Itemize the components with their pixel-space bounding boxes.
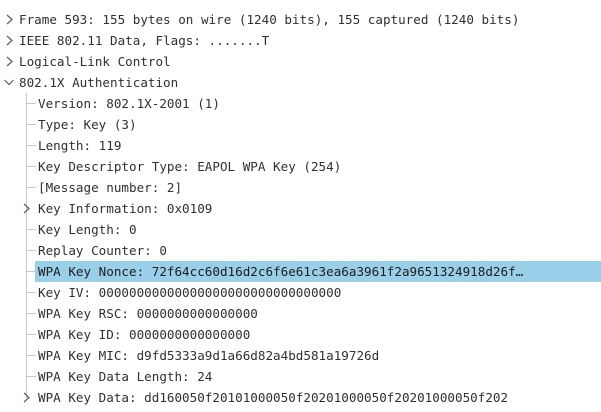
tree-item-replay-counter[interactable]: Replay Counter: 0 bbox=[0, 240, 601, 261]
tree-item-key-length[interactable]: Key Length: 0 bbox=[0, 219, 601, 240]
tree-item-label: Key Information: 0x0109 bbox=[38, 201, 213, 216]
tree-branch bbox=[27, 166, 36, 167]
tree-branch bbox=[27, 376, 36, 377]
tree-branch bbox=[27, 355, 36, 356]
tree-item-label: Replay Counter: 0 bbox=[38, 243, 167, 258]
chevron-right-icon[interactable] bbox=[2, 9, 16, 30]
tree-item-llc[interactable]: Logical-Link Control bbox=[0, 51, 601, 72]
tree-item-type[interactable]: Type: Key (3) bbox=[0, 114, 601, 135]
chevron-down-icon[interactable] bbox=[2, 72, 16, 93]
tree-item-label: [Message number: 2] bbox=[38, 180, 183, 195]
packet-details-tree[interactable]: Frame 593: 155 bytes on wire (1240 bits)… bbox=[0, 0, 601, 412]
tree-item-label: WPA Key Nonce: 72f64cc60d16d2c6f6e61c3ea… bbox=[38, 264, 524, 279]
tree-item-length[interactable]: Length: 119 bbox=[0, 135, 601, 156]
tree-item-label: Version: 802.1X-2001 (1) bbox=[38, 96, 220, 111]
tree-item-label: WPA Key RSC: 0000000000000000 bbox=[38, 306, 258, 321]
tree-item-label: Length: 119 bbox=[38, 138, 122, 153]
tree-item-message-number[interactable]: [Message number: 2] bbox=[0, 177, 601, 198]
tree-item-label: 802.1X Authentication bbox=[19, 75, 179, 90]
tree-branch bbox=[27, 187, 36, 188]
tree-item-label: Key Length: 0 bbox=[38, 222, 137, 237]
tree-branch bbox=[27, 292, 36, 293]
tree-item-wpa-key-id[interactable]: WPA Key ID: 0000000000000000 bbox=[0, 324, 601, 345]
tree-item-wpa-key-mic[interactable]: WPA Key MIC: d9fd5333a9d1a66d82a4bd581a1… bbox=[0, 345, 601, 366]
chevron-right-icon[interactable] bbox=[20, 387, 34, 408]
tree-item-wpa-key-rsc[interactable]: WPA Key RSC: 0000000000000000 bbox=[0, 303, 601, 324]
tree-item-key-information[interactable]: Key Information: 0x0109 bbox=[0, 198, 601, 219]
tree-item-key-descriptor-type[interactable]: Key Descriptor Type: EAPOL WPA Key (254) bbox=[0, 156, 601, 177]
tree-branch bbox=[27, 229, 36, 230]
tree-item-label: Type: Key (3) bbox=[38, 117, 137, 132]
tree-item-8021x[interactable]: 802.1X Authentication bbox=[0, 72, 601, 93]
tree-item-label: WPA Key MIC: d9fd5333a9d1a66d82a4bd581a1… bbox=[38, 348, 380, 363]
chevron-right-icon[interactable] bbox=[2, 51, 16, 72]
tree-branch bbox=[27, 313, 36, 314]
tree-item-label: WPA Key ID: 0000000000000000 bbox=[38, 327, 251, 342]
tree-item-label: WPA Key Data Length: 24 bbox=[38, 369, 213, 384]
tree-item-ieee80211[interactable]: IEEE 802.11 Data, Flags: .......T bbox=[0, 30, 601, 51]
tree-branch bbox=[27, 271, 36, 272]
tree-item-label: Logical-Link Control bbox=[19, 54, 171, 69]
chevron-right-icon[interactable] bbox=[2, 30, 16, 51]
tree-branch bbox=[27, 124, 36, 125]
tree-item-wpa-key-data-length[interactable]: WPA Key Data Length: 24 bbox=[0, 366, 601, 387]
tree-item-frame[interactable]: Frame 593: 155 bytes on wire (1240 bits)… bbox=[0, 9, 601, 30]
tree-item-label: WPA Key Data: dd160050f20101000050f20201… bbox=[38, 390, 509, 405]
tree-item-wpa-key-nonce[interactable]: WPA Key Nonce: 72f64cc60d16d2c6f6e61c3ea… bbox=[0, 261, 601, 282]
tree-branch bbox=[27, 250, 36, 251]
tree-branch bbox=[27, 103, 36, 104]
tree-branch bbox=[27, 145, 36, 146]
tree-item-label: IEEE 802.11 Data, Flags: .......T bbox=[19, 33, 270, 48]
tree-item-label: Key IV: 00000000000000000000000000000000 bbox=[38, 285, 342, 300]
chevron-right-icon[interactable] bbox=[20, 198, 34, 219]
tree-item-key-iv[interactable]: Key IV: 00000000000000000000000000000000 bbox=[0, 282, 601, 303]
tree-item-version[interactable]: Version: 802.1X-2001 (1) bbox=[0, 93, 601, 114]
tree-item-label: Key Descriptor Type: EAPOL WPA Key (254) bbox=[38, 159, 342, 174]
tree-item-label: Frame 593: 155 bytes on wire (1240 bits)… bbox=[19, 12, 520, 27]
tree-branch bbox=[27, 334, 36, 335]
tree-item-wpa-key-data[interactable]: WPA Key Data: dd160050f20101000050f20201… bbox=[0, 387, 601, 408]
